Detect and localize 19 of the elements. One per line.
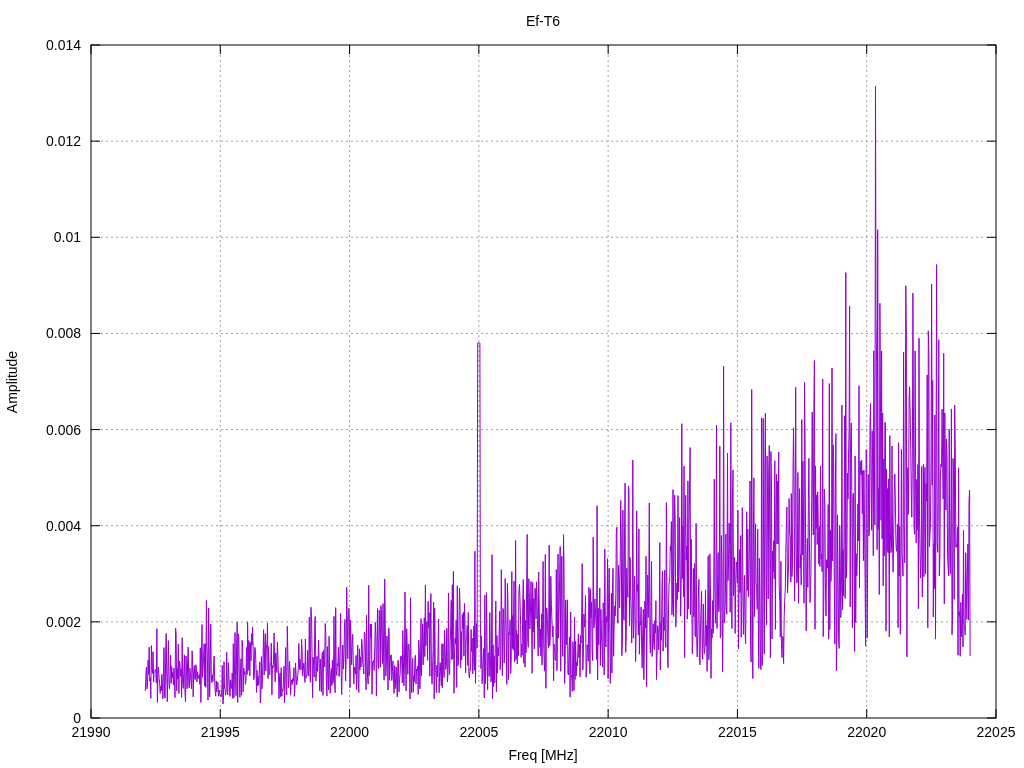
axis-label: Amplitude (4, 350, 20, 414)
tick-label: 0.01 (53, 229, 81, 246)
tick-label: 0 (73, 710, 81, 726)
chart-title: Ef-T6 (525, 13, 561, 29)
tick-label: 0.014 (45, 37, 81, 53)
tick-label: 0.008 (45, 325, 81, 342)
tick-label: 22005 (459, 724, 499, 740)
axis-label: Freq [MHz] (508, 747, 578, 763)
tick-label: 0.006 (45, 421, 81, 438)
tick-label: 22000 (330, 724, 370, 740)
tick-label: 0.012 (45, 133, 81, 150)
tick-label: 22015 (717, 724, 757, 740)
tick-label: 21990 (71, 724, 111, 740)
tick-label: 22025 (976, 724, 1016, 740)
tick-label: 21995 (200, 724, 240, 740)
tick-label: 0.002 (45, 613, 81, 630)
tick-label: 0.004 (45, 517, 81, 534)
tick-label: 22010 (588, 724, 628, 740)
tick-label: 22020 (847, 724, 887, 740)
